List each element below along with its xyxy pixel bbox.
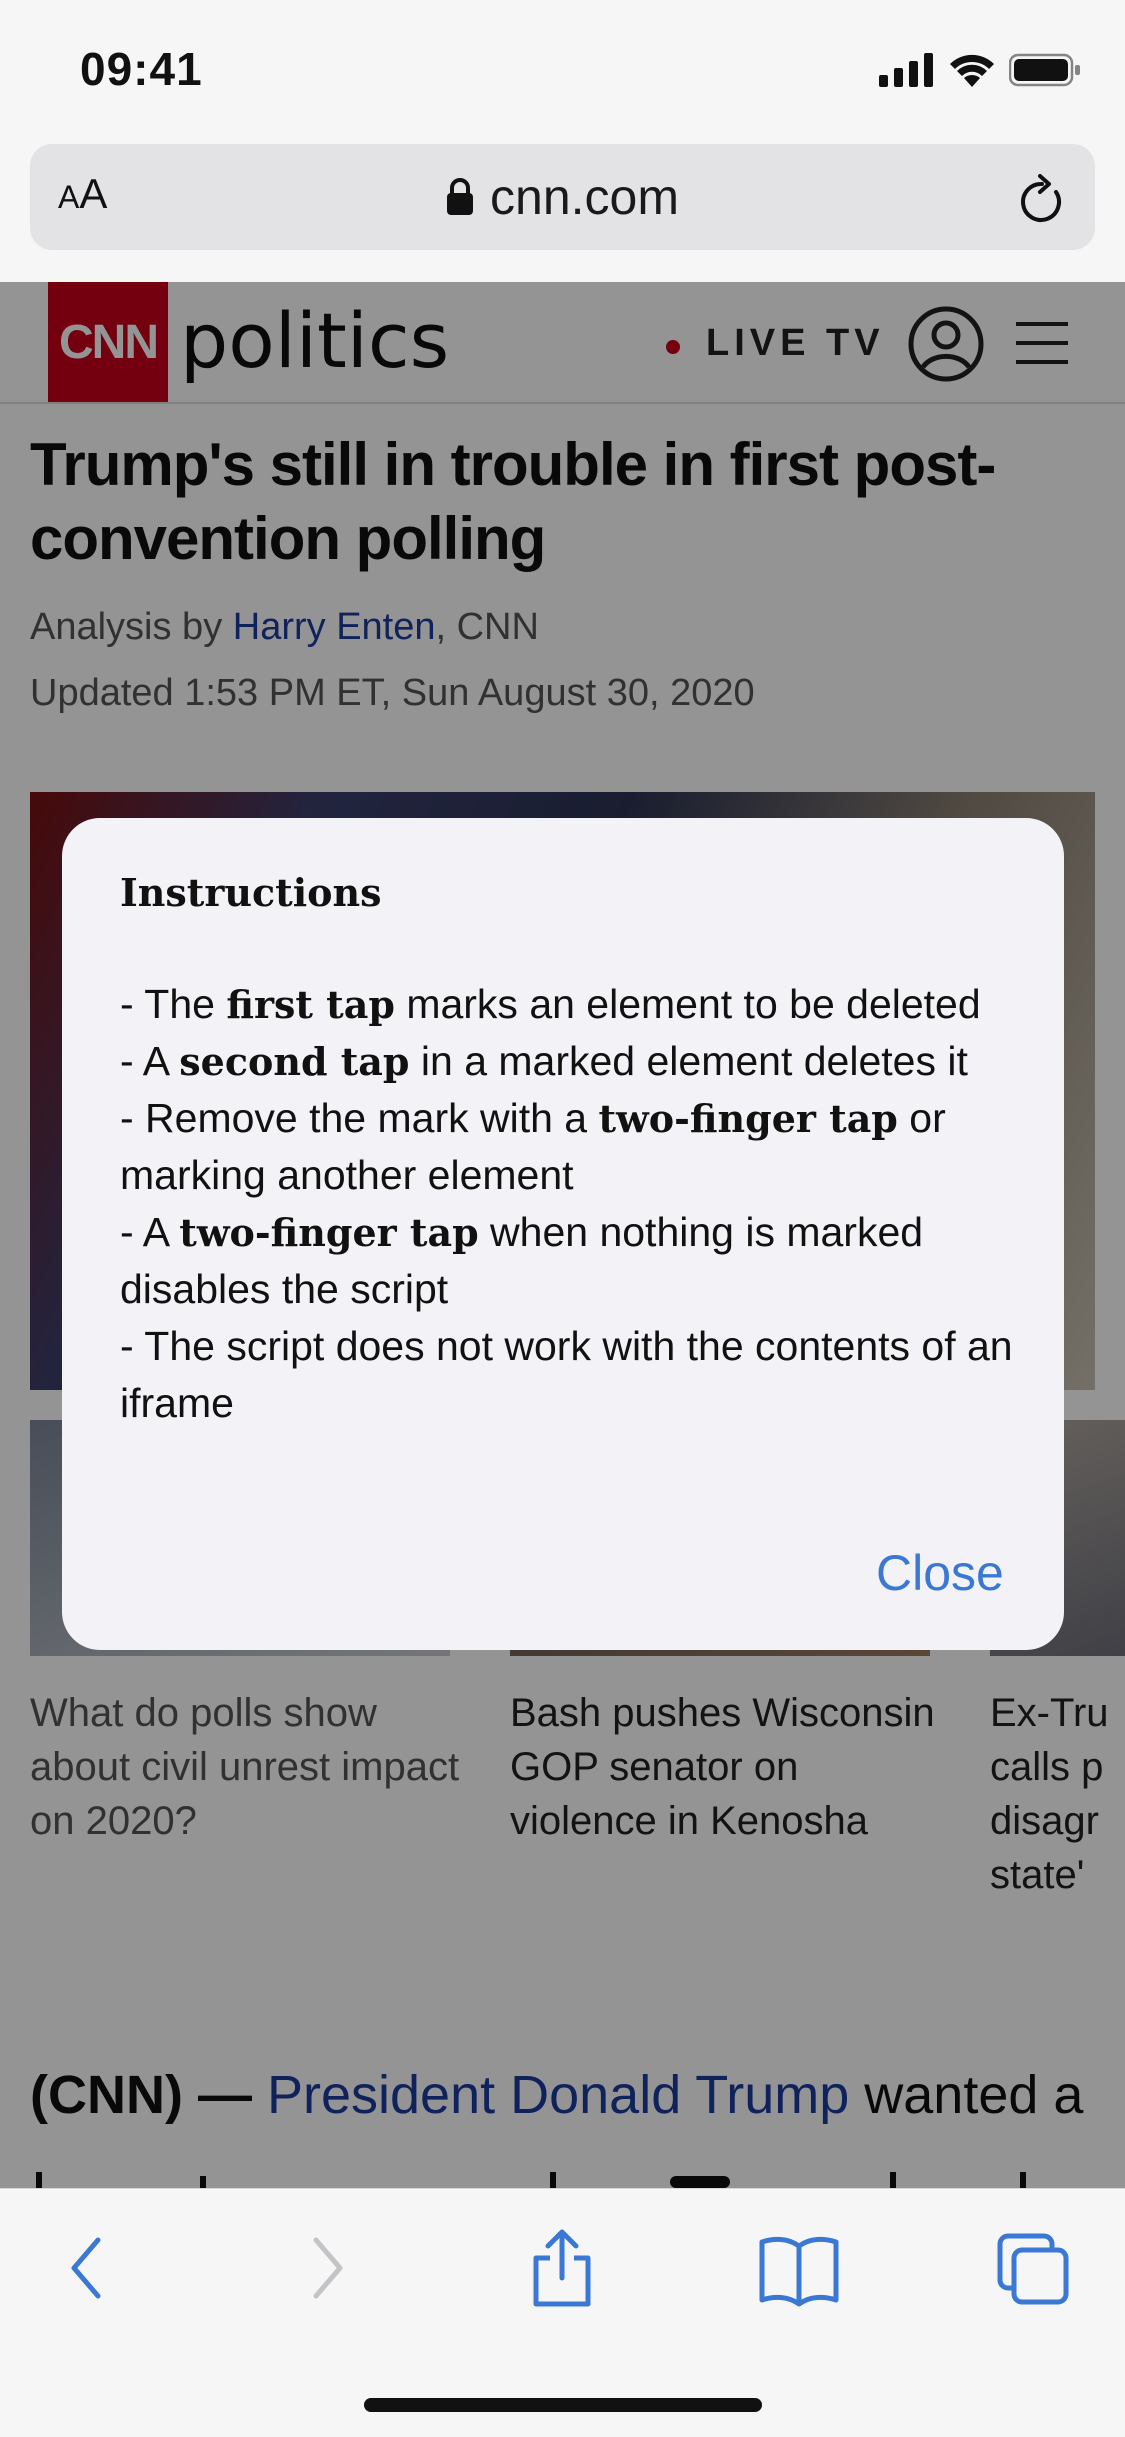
home-indicator bbox=[364, 2398, 762, 2412]
share-icon[interactable] bbox=[528, 2228, 596, 2308]
instruction-emphasis: two-finger tap bbox=[598, 1096, 898, 1141]
dialog-body: - The first tap marks an element to be d… bbox=[120, 976, 1020, 1432]
instruction-text: - Remove the mark with a bbox=[120, 1095, 599, 1141]
instruction-line: - The first tap marks an element to be d… bbox=[120, 976, 1020, 1033]
instruction-text: - The bbox=[120, 981, 227, 1027]
dialog-title: Instructions bbox=[120, 870, 382, 915]
lock-icon bbox=[447, 178, 474, 215]
instruction-text: - The script does not work with the cont… bbox=[120, 1323, 1013, 1426]
reload-icon[interactable] bbox=[1016, 172, 1068, 228]
bookmarks-icon[interactable] bbox=[758, 2228, 840, 2308]
status-icons bbox=[879, 50, 1081, 90]
back-icon[interactable] bbox=[62, 2228, 112, 2308]
instruction-text: in a marked element deletes it bbox=[409, 1038, 968, 1084]
tabs-icon[interactable] bbox=[996, 2228, 1072, 2308]
instruction-line: - The script does not work with the cont… bbox=[120, 1318, 1020, 1432]
instruction-emphasis: two-finger tap bbox=[179, 1210, 479, 1255]
status-time: 09:41 bbox=[80, 43, 203, 95]
instruction-emphasis: second tap bbox=[179, 1039, 410, 1084]
forward-icon[interactable] bbox=[302, 2228, 352, 2308]
url-display[interactable]: cnn.com bbox=[0, 168, 1125, 226]
instruction-text: - A bbox=[120, 1209, 180, 1255]
instruction-line: - Remove the mark with a two-finger tap … bbox=[120, 1090, 1020, 1204]
instruction-line: - A two-finger tap when nothing is marke… bbox=[120, 1204, 1020, 1318]
cellular-signal-icon bbox=[879, 53, 933, 87]
wifi-icon bbox=[950, 54, 994, 87]
battery-icon bbox=[1009, 53, 1080, 87]
close-button[interactable]: Close bbox=[876, 1544, 1004, 1602]
url-text: cnn.com bbox=[490, 169, 679, 225]
instruction-emphasis: first tap bbox=[226, 982, 395, 1027]
instruction-text: - A bbox=[120, 1038, 180, 1084]
instruction-text: marks an element to be deleted bbox=[394, 981, 981, 1027]
instruction-line: - A second tap in a marked element delet… bbox=[120, 1033, 1020, 1090]
